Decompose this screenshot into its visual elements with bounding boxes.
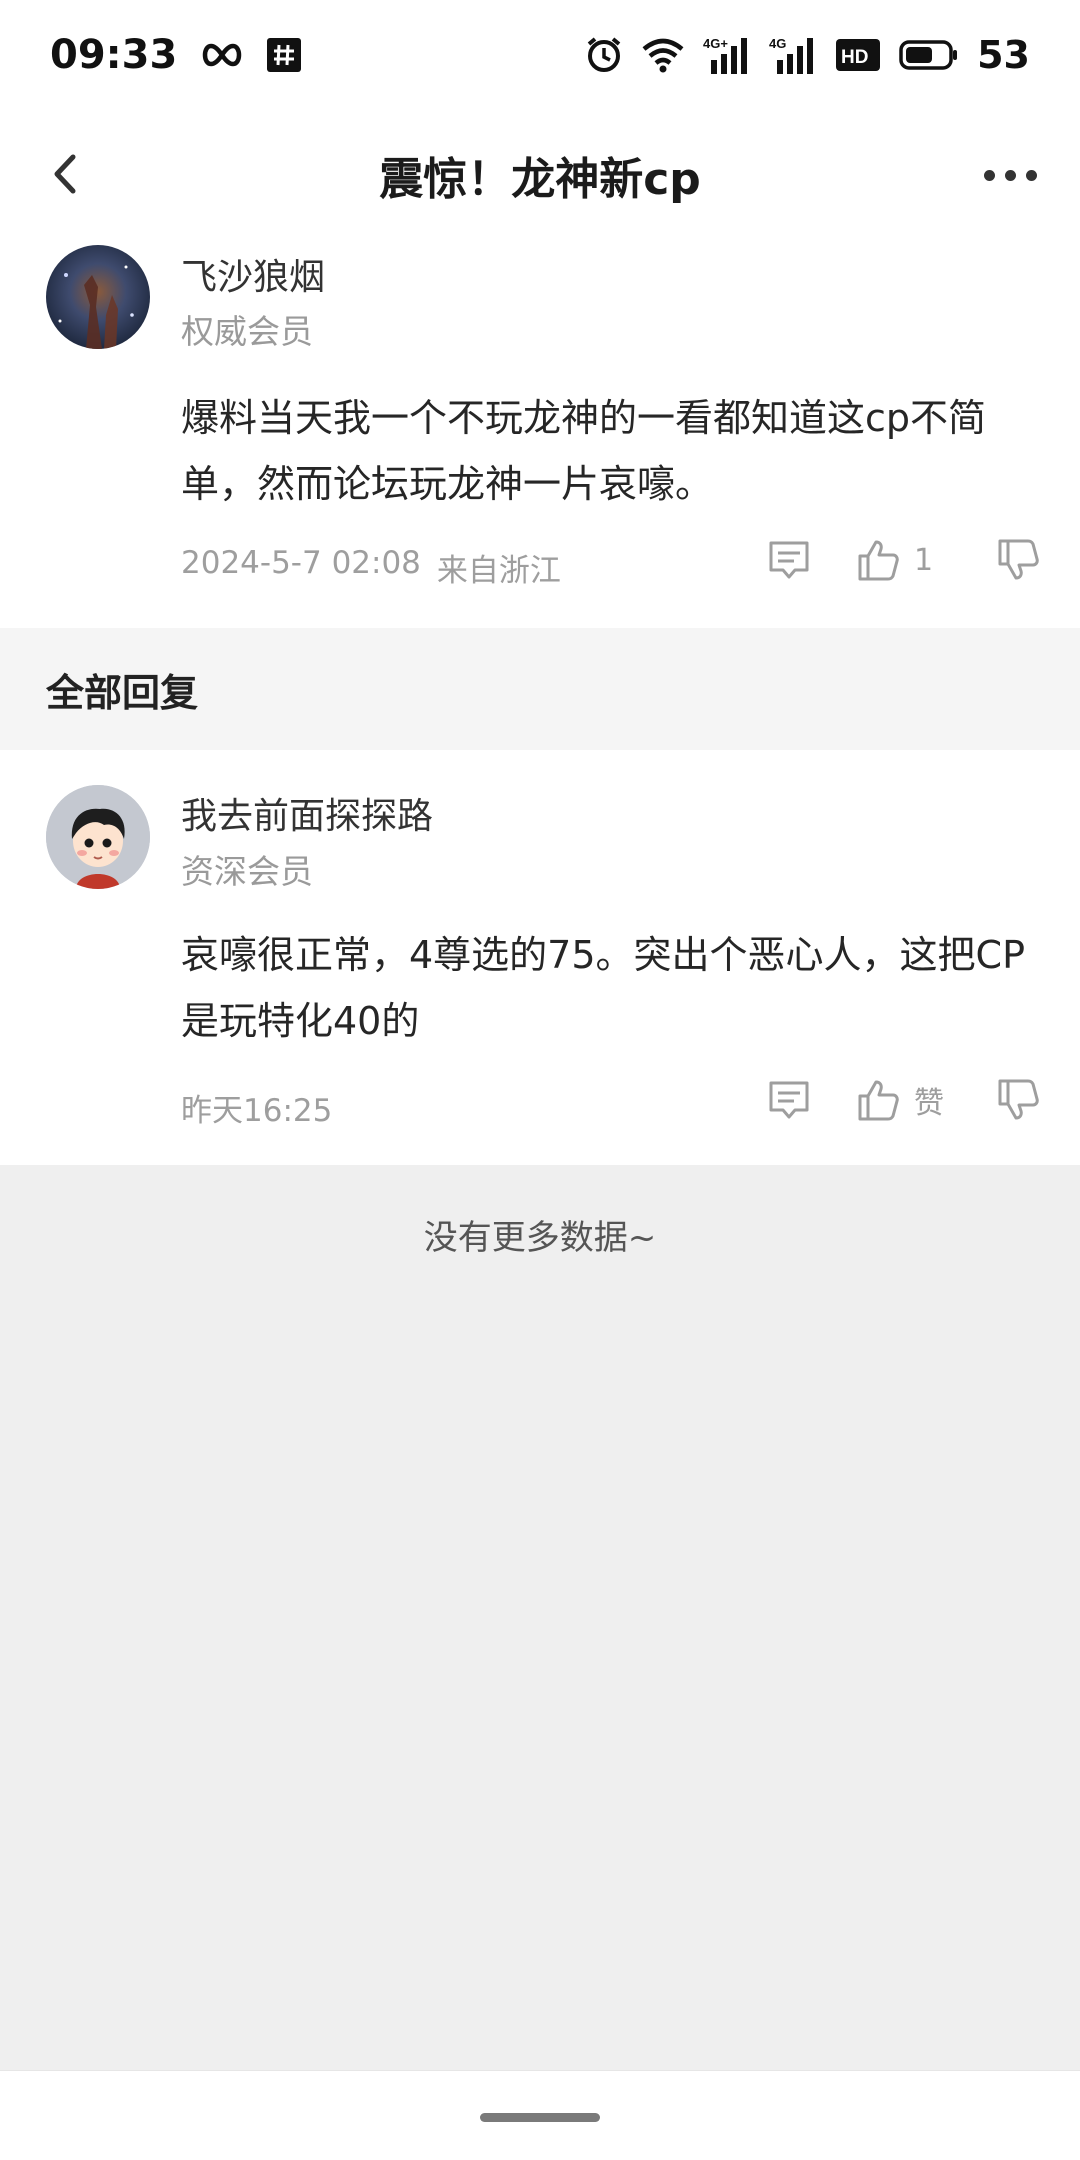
signal-4g-plus-icon: 4G+ <box>703 36 748 74</box>
nav-bar: 震惊！龙神新cp <box>0 110 1080 240</box>
battery-percent: 53 <box>977 33 1030 77</box>
reply-date: 昨天16:25 <box>181 1093 333 1129</box>
wifi-icon <box>642 38 684 73</box>
thumbs-up-icon <box>858 540 899 581</box>
member-level: 权威会员 <box>181 312 313 351</box>
hashtag-app-icon <box>267 38 302 72</box>
reply-content: 哀嚎很正常，4尊选的75。突出个恶心人，这把CP是玩特化40的 <box>181 933 1025 1043</box>
section-title: 全部回复 <box>46 670 199 715</box>
post-content: 爆料当天我一个不玩龙神的一看都知道这cp不简单，然而论坛玩龙神一片哀嚎。 <box>181 396 987 506</box>
hd-icon: HD <box>836 39 881 71</box>
reply-item: 我去前面探探路 资深会员 哀嚎很正常，4尊选的75。突出个恶心人，这把CP是玩特… <box>0 750 1080 1165</box>
post-location: 来自浙江 <box>436 553 561 589</box>
page: 09:33 4G+ 4G HD 53 震惊！龙神新cp 飞沙狼烟 权威会员 爆料… <box>0 0 1080 2160</box>
more-dot <box>1004 169 1016 181</box>
status-time: 09:33 <box>50 32 178 78</box>
hd-label: HD <box>841 47 868 68</box>
status-left-icons <box>199 38 302 72</box>
author-name[interactable]: 飞沙狼烟 <box>181 248 325 300</box>
status-right-icons: 4G+ 4G HD 53 <box>585 33 1030 77</box>
signal-4g-icon: 4G <box>769 36 814 74</box>
avatar[interactable] <box>46 245 150 349</box>
dislike-button[interactable] <box>996 538 1040 582</box>
alarm-icon <box>587 37 621 72</box>
post-date: 2024-5-7 02:08 <box>181 545 421 581</box>
bottom-gesture-bar <box>0 2070 1080 2160</box>
home-indicator[interactable] <box>480 2113 600 2122</box>
page-title: 震惊！龙神新cp <box>379 154 701 205</box>
no-more-data-text: 没有更多数据~ <box>423 1218 657 1258</box>
more-dot <box>983 169 995 181</box>
net-label-4g: 4G <box>769 36 786 51</box>
avatar-nebula-image <box>46 245 150 349</box>
comment-icon <box>769 541 809 579</box>
member-level: 资深会员 <box>181 852 313 891</box>
more-dot <box>1025 169 1037 181</box>
status-bar: 09:33 4G+ 4G HD 53 <box>0 0 1080 110</box>
net-label-4g-plus: 4G+ <box>703 36 728 51</box>
avatar[interactable] <box>46 785 150 889</box>
like-button[interactable]: 1 <box>856 538 996 582</box>
replies-section-header: 全部回复 <box>0 628 1080 750</box>
reply-actions: 赞 <box>768 1078 1040 1122</box>
comment-button[interactable] <box>768 1079 856 1121</box>
chevron-left-icon <box>54 154 76 194</box>
thumbs-down-icon <box>998 539 1039 580</box>
post-actions: 1 <box>768 538 1040 582</box>
author-name[interactable]: 我去前面探探路 <box>181 787 433 839</box>
battery-icon <box>899 40 958 70</box>
dislike-button[interactable] <box>996 1078 1040 1122</box>
infinity-icon <box>203 43 242 67</box>
avatar-cartoon-boy-image <box>46 785 150 889</box>
post-meta: 2024-5-7 02:08 来自浙江 <box>181 545 561 590</box>
thumbs-up-icon <box>858 1080 899 1121</box>
like-button[interactable]: 赞 <box>856 1078 996 1122</box>
reply-meta: 昨天16:25 <box>181 1085 332 1130</box>
comment-icon <box>769 1081 809 1119</box>
comment-button[interactable] <box>768 539 856 581</box>
back-button[interactable] <box>32 142 96 206</box>
main-post: 飞沙狼烟 权威会员 爆料当天我一个不玩龙神的一看都知道这cp不简单，然而论坛玩龙… <box>0 240 1080 628</box>
like-count: 1 <box>914 542 934 578</box>
more-button[interactable] <box>968 148 1052 202</box>
like-label: 赞 <box>914 1086 944 1121</box>
thumbs-down-icon <box>998 1079 1039 1120</box>
